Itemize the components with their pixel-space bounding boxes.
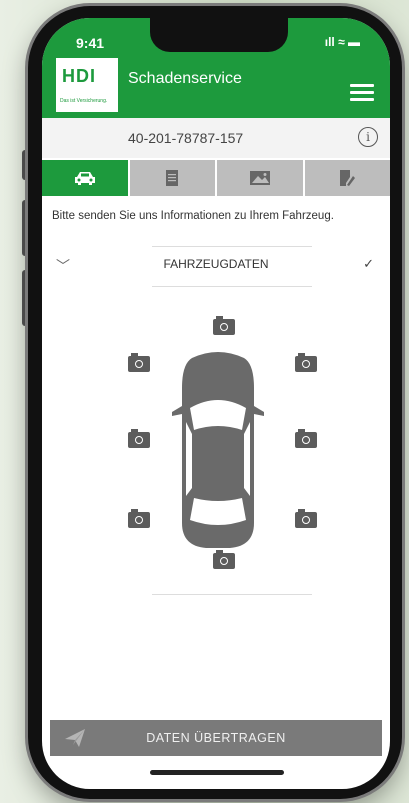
section-title: FAHRZEUGDATEN — [163, 257, 269, 271]
info-icon[interactable]: i — [358, 127, 378, 147]
car-icon — [74, 172, 95, 185]
logo-text: HDI — [62, 66, 96, 86]
tab-bar — [42, 160, 390, 196]
hdi-logo: HDI Das ist Versicherung. — [56, 58, 118, 112]
logo-tagline: Das ist Versicherung. — [60, 98, 108, 104]
camera-icon-left[interactable] — [128, 429, 150, 448]
car-top-view-diagram — [172, 352, 264, 548]
camera-icon-rear[interactable] — [213, 550, 235, 569]
app-header: 9:41 ıll ≈ ▬ HDI Das ist Versicherung. S… — [42, 18, 390, 118]
app-title: Schadenservice — [128, 70, 242, 87]
tab-images[interactable] — [217, 160, 303, 196]
home-indicator[interactable] — [150, 770, 284, 775]
claim-number: 40-201-78787-157 — [128, 130, 244, 146]
phone-screen: 9:41 ıll ≈ ▬ HDI Das ist Versicherung. S… — [42, 18, 390, 789]
camera-icon-right[interactable] — [295, 429, 317, 448]
tab-documents[interactable] — [129, 160, 215, 196]
send-data-label: DATEN ÜBERTRAGEN — [146, 731, 286, 745]
checkmark-icon: ✓ — [363, 256, 374, 271]
camera-icon-rear-right[interactable] — [295, 509, 317, 528]
document-icon — [166, 170, 179, 186]
camera-icon-rear-left[interactable] — [128, 509, 150, 528]
image-icon — [249, 171, 270, 185]
divider — [152, 246, 312, 247]
status-icons: ıll ≈ ▬ — [324, 35, 360, 49]
vehicle-data-section-header[interactable]: ﹀ FAHRZEUGDATEN ✓ — [42, 252, 390, 278]
send-data-button[interactable]: DATEN ÜBERTRAGEN — [50, 720, 382, 756]
instruction-text: Bitte senden Sie uns Informationen zu Ih… — [52, 210, 334, 222]
camera-icon-front-left[interactable] — [128, 353, 150, 372]
camera-icon-front[interactable] — [213, 316, 235, 335]
tab-notes[interactable] — [304, 160, 390, 196]
edit-note-icon — [340, 170, 356, 186]
status-time: 9:41 — [76, 35, 105, 51]
camera-icon-front-right[interactable] — [295, 353, 317, 372]
divider — [152, 286, 312, 287]
tab-vehicle[interactable] — [42, 160, 128, 196]
phone-notch — [150, 18, 288, 52]
claim-number-row: 40-201-78787-157 i — [42, 118, 390, 158]
divider — [152, 594, 312, 595]
hamburger-menu-icon[interactable] — [350, 84, 374, 102]
